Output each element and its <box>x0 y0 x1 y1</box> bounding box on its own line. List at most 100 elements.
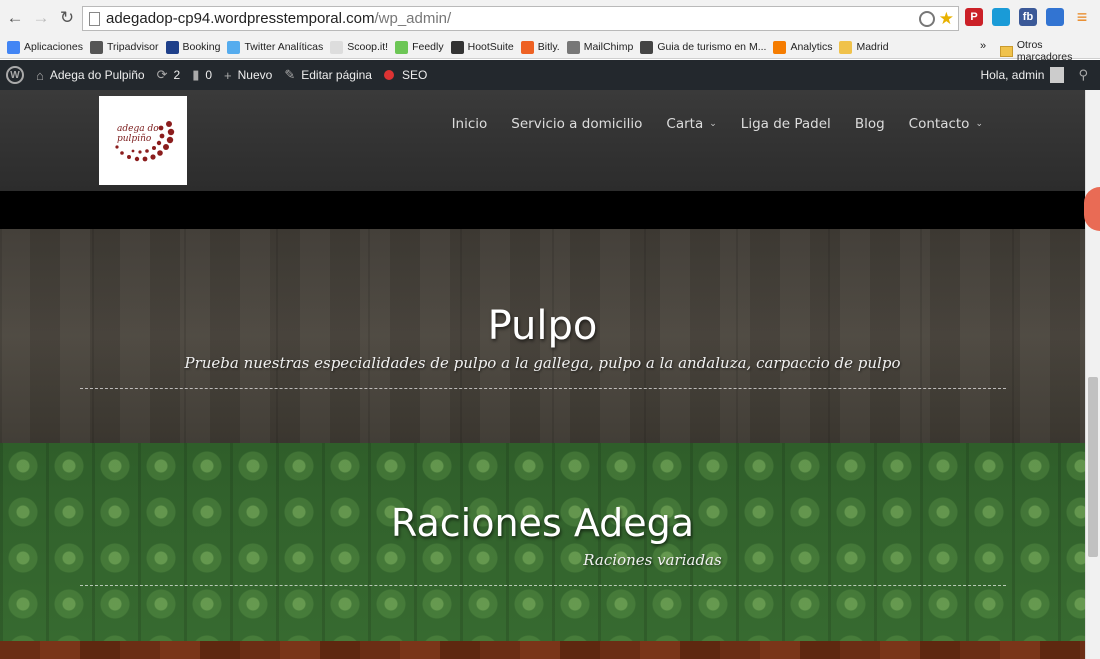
seo-label: SEO <box>401 68 428 82</box>
address-bar[interactable]: adegadop-cp94.wordpresstemporal.com/wp_a… <box>82 6 959 31</box>
reload-icon[interactable]: ↻ <box>56 7 78 29</box>
nav-item-label: Contacto <box>908 116 970 132</box>
nav-item-label: Inicio <box>451 116 488 132</box>
nav-item-label: Liga de Padel <box>740 116 831 132</box>
site-header: adega do pulpiño Inicio Servicio a domici… <box>0 90 1085 191</box>
bookmark-item[interactable]: Aplicaciones <box>7 40 83 54</box>
bookmark-item[interactable]: Twitter Analíticas <box>227 40 324 54</box>
page-scrollbar[interactable] <box>1085 90 1100 659</box>
bookmark-item[interactable]: Scoop.it! <box>330 40 389 54</box>
main-navigation: Inicio Servicio a domicilio Carta ⌄ Liga de … <box>452 116 983 132</box>
admin-site-link[interactable]: ⌂ Adega do Pulpiño <box>36 68 145 83</box>
bookmark-favicon-icon <box>520 40 534 54</box>
bookmark-item[interactable]: Feedly <box>395 40 444 54</box>
section-divider <box>80 585 1006 586</box>
scrollbar-thumb[interactable] <box>1088 377 1098 557</box>
bookmark-favicon-icon <box>165 40 179 54</box>
bookmark-favicon-icon <box>640 40 654 54</box>
bookmark-label: Guia de turismo en M... <box>657 41 767 53</box>
admin-comments[interactable]: ▮ 0 <box>192 67 212 83</box>
chevron-down-icon: ⌄ <box>975 119 983 129</box>
wordpress-icon[interactable]: W <box>6 66 24 84</box>
bookmark-label: Tripadvisor <box>106 41 159 53</box>
updates-count: 2 <box>173 68 181 82</box>
bookmark-favicon-icon <box>566 40 580 54</box>
admin-updates[interactable]: ⟳ 2 <box>157 67 181 83</box>
updates-icon: ⟳ <box>156 67 168 82</box>
bookmark-label: Analytics <box>790 41 833 53</box>
bookmark-label: Aplicaciones <box>24 41 83 53</box>
bookmark-favicon-icon <box>330 40 344 54</box>
extensions-area: Pfb ≡ <box>965 7 1091 27</box>
bookmark-item[interactable]: MailChimp <box>566 40 634 54</box>
site-logo[interactable]: adega do pulpiño <box>99 96 187 185</box>
nav-item[interactable]: Servicio a domicilio <box>511 116 642 132</box>
comment-icon: ▮ <box>192 67 200 82</box>
avatar[interactable] <box>1050 67 1065 83</box>
search-icon[interactable]: ⚲ <box>1078 67 1088 83</box>
section-raciones: Raciones Adega Raciones variadas <box>0 443 1085 641</box>
admin-greeting[interactable]: Hola, admin <box>980 68 1044 82</box>
bookmark-item[interactable]: Madrid <box>839 40 889 54</box>
side-widget-tab[interactable] <box>1084 187 1100 231</box>
header-shadow-band <box>0 191 1085 229</box>
delicious-icon[interactable] <box>1046 8 1064 26</box>
bookmark-label: HootSuite <box>467 41 514 53</box>
bookmark-item[interactable]: Booking <box>165 40 221 54</box>
url-host: adegadop-cp94.wordpresstemporal.com <box>106 10 375 27</box>
section-pulpo: Pulpo Prueba nuestras especialidades de … <box>0 229 1085 443</box>
bookmark-label: Twitter Analíticas <box>244 41 324 53</box>
chevron-down-icon: ⌄ <box>709 119 717 129</box>
admin-site-name: Adega do Pulpiño <box>49 68 145 82</box>
bookmark-item[interactable]: HootSuite <box>450 40 514 54</box>
browser-window: ← → ↻ adegadop-cp94.wordpresstemporal.co… <box>0 0 1100 659</box>
bookmark-favicon-icon <box>89 40 103 54</box>
bookmarks-more-icon[interactable]: » <box>980 40 986 52</box>
bookmark-favicon-icon <box>395 40 409 54</box>
bookmark-label: Scoop.it! <box>347 41 389 53</box>
extension-icon[interactable] <box>992 8 1010 26</box>
section-divider <box>80 388 1006 389</box>
pinterest-icon[interactable]: P <box>965 8 983 26</box>
nav-item-label: Servicio a domicilio <box>511 116 643 132</box>
nav-item[interactable]: Inicio <box>452 116 488 132</box>
bookmark-item[interactable]: Analytics <box>773 40 833 54</box>
browser-toolbar: ← → ↻ adegadop-cp94.wordpresstemporal.co… <box>0 0 1100 36</box>
admin-edit-page[interactable]: ✎ Editar página <box>284 67 372 83</box>
url-path: /wp_admin/ <box>374 10 452 27</box>
logo-text-line1: adega do <box>117 124 159 134</box>
bookmark-item[interactable]: Bitly. <box>520 40 560 54</box>
back-icon[interactable]: ← <box>4 7 26 29</box>
nav-item-label: Blog <box>854 116 885 132</box>
pencil-icon: ✎ <box>284 67 296 82</box>
bookmark-favicon-icon <box>773 40 787 54</box>
bookmark-label: Booking <box>182 41 221 53</box>
forward-icon[interactable]: → <box>30 7 52 29</box>
admin-new[interactable]: + Nuevo <box>224 68 272 83</box>
page-icon <box>89 11 100 26</box>
star-icon[interactable]: ★ <box>939 9 954 29</box>
home-icon: ⌂ <box>36 67 44 83</box>
nav-item[interactable]: Carta ⌄ <box>666 116 716 132</box>
nav-item[interactable]: Contacto ⌄ <box>909 116 983 132</box>
bookmark-item[interactable]: Guia de turismo en M... <box>640 40 767 54</box>
facebook-icon[interactable]: fb <box>1019 8 1037 26</box>
bookmark-item[interactable]: Tripadvisor <box>89 40 159 54</box>
nav-item[interactable]: Liga de Padel <box>741 116 831 132</box>
bookmark-favicon-icon <box>7 40 20 54</box>
nav-item[interactable]: Blog <box>855 116 885 132</box>
menu-icon[interactable]: ≡ <box>1073 7 1091 27</box>
bookmark-label: MailChimp <box>583 41 634 53</box>
admin-seo[interactable]: SEO <box>383 68 428 82</box>
zoom-icon[interactable] <box>918 11 935 27</box>
plus-icon: + <box>224 67 232 83</box>
wp-admin-bar: W ⌂ Adega do Pulpiño ⟳ 2 ▮ 0 + Nuevo ✎ E… <box>0 60 1100 90</box>
bookmark-list: Aplicaciones Tripadvisor Booking Twitter An… <box>0 40 889 54</box>
logo-text-line2: pulpiño <box>117 134 152 144</box>
bookmark-label: Madrid <box>856 41 889 53</box>
section-pulpo-title: Pulpo <box>487 303 598 349</box>
logo-text: adega do pulpiño <box>117 124 159 144</box>
bookmark-favicon-icon <box>450 40 464 54</box>
bookmark-label: Feedly <box>412 41 444 53</box>
folder-icon <box>1000 45 1013 57</box>
